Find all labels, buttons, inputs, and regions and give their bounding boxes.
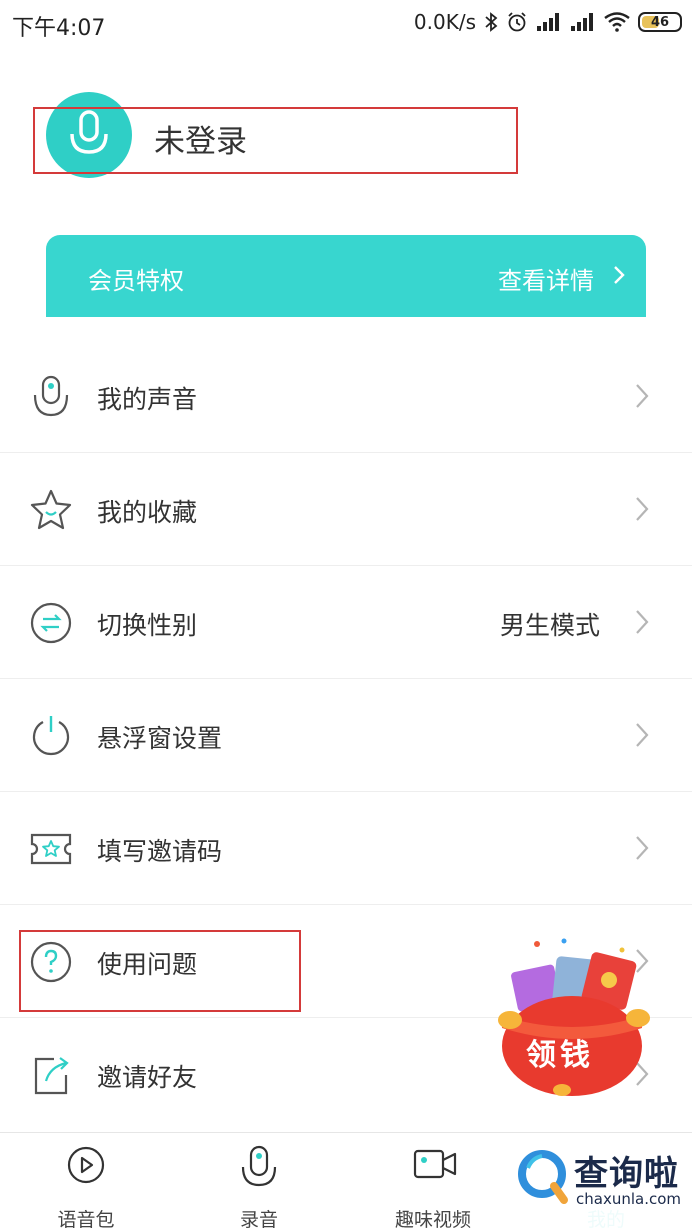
get-money-promo[interactable]: 领钱 [492,938,652,1098]
bluetooth-icon [485,12,498,32]
menu-item-my-voice[interactable]: 我的声音 [0,340,692,453]
signal-icon [537,13,559,31]
vip-title: 会员特权 [88,267,184,295]
menu-item-label: 我的收藏 [97,498,198,527]
watermark-url: chaxunla.com [576,1190,681,1208]
menu-item-label: 邀请好友 [97,1063,198,1092]
ticket-icon [30,833,72,865]
promo-label: 领钱 [526,1038,594,1073]
nav-label: 语音包 [57,1209,115,1230]
wifi-icon [604,12,630,32]
watermark-title: 查询啦 [574,1154,679,1194]
menu-item-label: 悬浮窗设置 [97,724,223,753]
menu-item-floating-window[interactable]: 悬浮窗设置 [0,679,692,792]
menu-item-label: 填写邀请码 [97,837,223,866]
switch-arrows-icon [30,602,72,644]
gender-mode-value: 男生模式 [499,611,600,640]
power-icon [32,716,70,756]
red-envelope-icon [498,938,650,1096]
chevron-right-icon [636,384,649,408]
microphone-outline-icon [33,375,69,417]
view-details-link[interactable]: 查看详情 [498,261,594,296]
nav-label: 录音 [239,1209,278,1230]
menu-item-label: 切换性别 [97,611,198,640]
chevron-right-icon [636,723,649,747]
nav-item-voice-pack[interactable]: 语音包 [26,1143,146,1230]
vip-banner[interactable]: 会员特权 查看详情 [46,235,646,317]
status-time: 下午4:07 [12,16,106,41]
menu-item-invite-code[interactable]: 填写邀请码 [0,792,692,905]
chevron-right-icon [614,266,625,284]
highlight-box [19,930,301,1012]
battery-level: 46 [650,14,670,30]
signal-icon [571,13,593,31]
status-icons: 0.0K/s 46 [414,10,682,34]
highlight-box [33,107,518,174]
nav-item-record[interactable]: 录音 [199,1143,319,1230]
video-camera-icon [413,1149,457,1179]
alarm-icon [508,12,526,32]
menu-item-favorites[interactable]: 我的收藏 [0,453,692,566]
microphone-icon [241,1145,277,1187]
network-speed: 0.0K/s [413,10,476,34]
menu-item-label: 我的声音 [97,385,198,414]
app-root: 下午4:07 0.0K/s 46 未登录 会员特权 查看详情 我的声音 我的收藏… [0,0,692,1230]
star-icon [30,489,72,530]
search-logo-icon [518,1150,568,1204]
chevron-right-icon [636,836,649,860]
share-icon [34,1057,69,1095]
play-circle-icon [67,1146,105,1184]
chevron-right-icon [636,497,649,521]
battery-icon: 46 [638,12,682,32]
menu-item-switch-gender[interactable]: 切换性别 男生模式 [0,566,692,679]
status-bar: 下午4:07 0.0K/s 46 [0,0,692,48]
nav-label: 趣味视频 [394,1209,471,1230]
watermark: 查询啦 chaxunla.com [514,1140,690,1230]
chevron-right-icon [636,610,649,634]
nav-item-fun-video[interactable]: 趣味视频 [373,1143,493,1230]
